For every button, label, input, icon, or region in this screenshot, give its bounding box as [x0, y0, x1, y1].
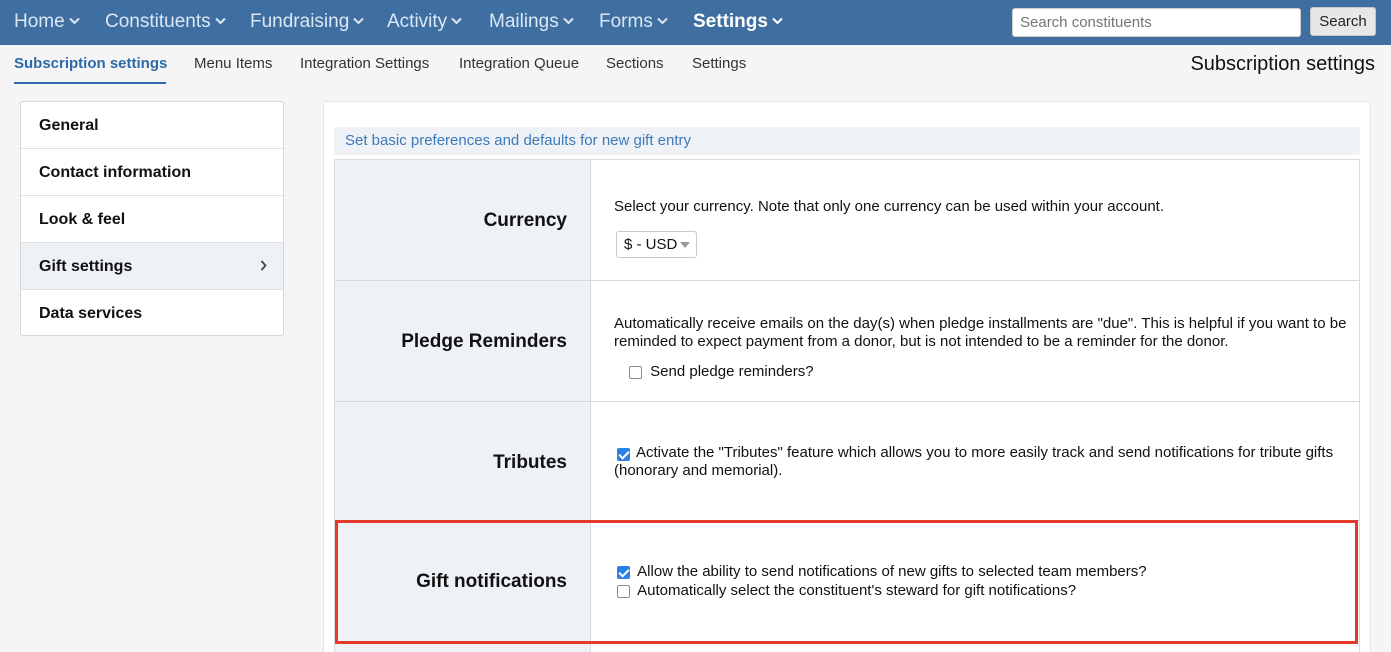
- nav-home[interactable]: Home: [14, 9, 80, 35]
- currency-label: Currency: [335, 160, 591, 280]
- sidebar-item-label: Contact information: [39, 164, 191, 181]
- sidebar-item-look-and-feel[interactable]: Look & feel: [21, 196, 283, 243]
- pledge-reminders-description: Automatically receive emails on the day(…: [614, 315, 1347, 350]
- page-title: Subscription settings: [1190, 53, 1375, 75]
- section-intro: Set basic preferences and defaults for n…: [334, 127, 1360, 155]
- sidebar-item-label: Look & feel: [39, 211, 126, 228]
- nav-activity[interactable]: Activity: [387, 9, 462, 35]
- subnav-settings[interactable]: Settings: [692, 55, 746, 72]
- chevron-down-icon: [214, 17, 226, 25]
- currency-content: Select your currency. Note that only one…: [614, 160, 1359, 280]
- chevron-down-icon: [451, 17, 462, 25]
- currency-description: Select your currency. Note that only one…: [614, 198, 1165, 215]
- currency-row: Currency Select your currency. Note that…: [335, 159, 1359, 280]
- currency-select[interactable]: $ - USD: [616, 231, 697, 258]
- chevron-down-icon: [772, 17, 783, 25]
- caret-down-icon: [680, 242, 690, 248]
- send-pledge-reminders-option[interactable]: Send pledge reminders?: [629, 363, 814, 381]
- subnav-menu-items[interactable]: Menu Items: [194, 55, 272, 72]
- search-button[interactable]: Search: [1310, 7, 1376, 36]
- nav-constituents[interactable]: Constituents: [105, 9, 226, 35]
- chevron-down-icon: [562, 17, 574, 25]
- highlight-box: [335, 520, 1358, 644]
- sidebar-item-gift-settings[interactable]: Gift settings: [21, 243, 283, 290]
- settings-sidebar: General Contact information Look & feel …: [20, 101, 284, 336]
- sidebar-item-data-services[interactable]: Data services: [21, 290, 283, 335]
- active-tab-underline: [14, 82, 166, 84]
- search-constituents-input[interactable]: [1012, 8, 1301, 37]
- nav-settings[interactable]: Settings: [693, 9, 783, 35]
- nav-mailings[interactable]: Mailings: [489, 9, 574, 35]
- sidebar-item-general[interactable]: General: [21, 102, 283, 149]
- tributes-content: Activate the "Tributes" feature which al…: [614, 402, 1359, 520]
- nav-forms[interactable]: Forms: [599, 9, 668, 35]
- tributes-option-label: Activate the "Tributes" feature which al…: [614, 444, 1334, 479]
- pledge-reminders-content: Automatically receive emails on the day(…: [614, 281, 1359, 401]
- top-navbar: Home Constituents Fundraising Activity M…: [0, 0, 1391, 45]
- sidebar-item-label: Gift settings: [39, 258, 133, 275]
- subnav-integration-queue[interactable]: Integration Queue: [459, 55, 579, 72]
- tributes-label: Tributes: [335, 402, 591, 520]
- pledge-reminders-label: Pledge Reminders: [335, 281, 591, 401]
- subnav-sections[interactable]: Sections: [606, 55, 664, 72]
- chevron-down-icon: [657, 17, 668, 25]
- subnav-integration-settings[interactable]: Integration Settings: [300, 55, 429, 72]
- sidebar-item-label: Data services: [39, 305, 143, 322]
- nav-fundraising[interactable]: Fundraising: [250, 9, 364, 35]
- sidebar-item-contact-information[interactable]: Contact information: [21, 149, 283, 196]
- send-pledge-reminders-checkbox[interactable]: [629, 365, 642, 379]
- chevron-down-icon: [68, 17, 80, 25]
- chevron-down-icon: [353, 17, 364, 25]
- chevron-right-icon: [260, 260, 267, 271]
- subnav-subscription-settings[interactable]: Subscription settings: [14, 55, 167, 72]
- sidebar-item-label: General: [39, 117, 99, 134]
- pledge-reminders-row: Pledge Reminders Automatically receive e…: [335, 280, 1359, 401]
- tributes-row: Tributes Activate the "Tributes" feature…: [335, 401, 1359, 520]
